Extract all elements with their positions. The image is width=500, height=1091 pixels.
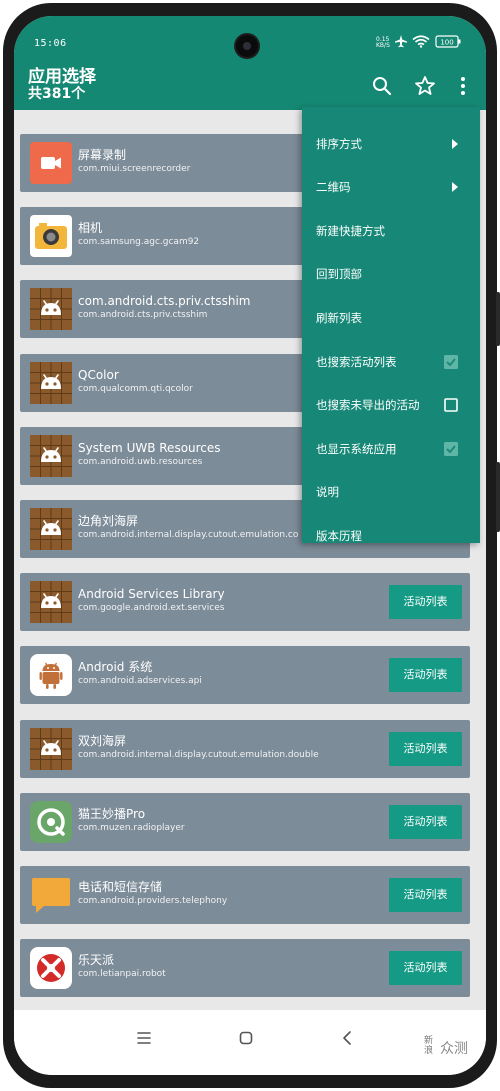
app-package: com.miui.screenrecorder xyxy=(78,164,191,174)
letianpai-icon xyxy=(30,947,72,989)
star-outline-icon[interactable] xyxy=(413,74,437,98)
menu-item-label: 回到顶部 xyxy=(316,267,362,281)
app-card[interactable]: 双刘海屏 com.android.internal.display.cutout.… xyxy=(20,720,470,778)
app-package: com.android.providers.telephony xyxy=(78,896,228,906)
watermark-zhongce: 众测 xyxy=(440,1041,468,1057)
menu-item-label: 二维码 xyxy=(316,180,351,194)
menu-item-label: 说明 xyxy=(316,485,339,499)
app-package: com.android.cts.priv.ctsshim xyxy=(78,310,208,320)
menu-item[interactable]: 也显示系统应用 xyxy=(302,428,480,470)
android-system-icon xyxy=(30,654,72,696)
app-name: System UWB Resources xyxy=(78,441,221,455)
menu-item[interactable]: 新建快捷方式 xyxy=(302,210,480,252)
activity-list-button[interactable]: 活动列表 xyxy=(389,732,462,766)
page-title: 应用选择 xyxy=(28,67,96,87)
app-card[interactable]: Android 系统 com.android.adservices.api 活动列表 xyxy=(20,646,470,704)
menu-item-label: 也显示系统应用 xyxy=(316,442,397,456)
android-default-icon xyxy=(30,581,72,623)
chevron-right-icon xyxy=(452,139,458,149)
app-bar: 15:06 0.15 KB/S 100 应用选择 共381个 xyxy=(14,16,486,110)
app-name: 电话和短信存储 xyxy=(78,880,163,894)
message-bubble-icon xyxy=(32,878,70,913)
phone-device: 15:06 0.15 KB/S 100 应用选择 共381个 屏幕录制 com.… xyxy=(0,0,500,1091)
power-button xyxy=(496,462,500,532)
app-card[interactable]: 电话和短信存储 com.android.providers.telephony 活动… xyxy=(20,866,470,924)
app-card[interactable]: 猫王妙播Pro com.muzen.radioplayer 活动列表 xyxy=(20,793,470,851)
app-name: 乐天派 xyxy=(78,953,115,967)
app-package: com.android.adservices.api xyxy=(78,676,202,686)
app-name: 双刘海屏 xyxy=(78,734,127,748)
radioplayer-icon xyxy=(30,801,72,843)
app-package: com.muzen.radioplayer xyxy=(78,823,185,833)
status-icons: 100 xyxy=(395,35,461,48)
activity-list-button[interactable]: 活动列表 xyxy=(389,951,462,985)
more-vert-icon[interactable] xyxy=(451,74,475,98)
activity-list-button[interactable]: 活动列表 xyxy=(389,878,462,912)
menu-item-label: 刷新列表 xyxy=(316,311,362,325)
checkbox-checked[interactable] xyxy=(444,355,458,369)
status-time: 15:06 xyxy=(34,38,67,49)
app-name: Android Services Library xyxy=(78,587,225,601)
menu-item-label: 也搜索未导出的活动 xyxy=(316,398,420,412)
app-package: com.android.uwb.resources xyxy=(78,457,203,467)
menu-item-label: 排序方式 xyxy=(316,137,362,151)
menu-item[interactable]: 刷新列表 xyxy=(302,297,480,339)
menu-item-label: 新建快捷方式 xyxy=(316,224,385,238)
volume-button xyxy=(496,292,500,346)
navigation-bar xyxy=(14,1010,486,1075)
checkbox-unchecked[interactable] xyxy=(444,398,458,412)
wifi-icon xyxy=(412,35,430,46)
app-card[interactable]: 乐天派 com.letianpai.robot 活动列表 xyxy=(20,939,470,997)
screen-recorder-icon xyxy=(30,142,72,184)
net-speed: 0.15 KB/S xyxy=(376,36,390,49)
app-package: com.letianpai.robot xyxy=(78,969,166,979)
menu-item[interactable]: 排序方式 xyxy=(302,123,480,165)
menu-item[interactable]: 二维码 xyxy=(302,166,480,208)
android-default-icon xyxy=(30,508,72,550)
watermark-sina: 新浪 xyxy=(424,1036,434,1056)
app-name: com.android.cts.priv.ctsshim xyxy=(78,294,251,308)
android-default-icon xyxy=(30,288,72,330)
airplane-icon xyxy=(395,35,407,48)
menu-item[interactable]: 也搜索活动列表 xyxy=(302,341,480,383)
app-name: 边角刘海屏 xyxy=(78,514,139,528)
android-default-icon xyxy=(30,362,72,404)
app-package: com.android.internal.display.cutout.emul… xyxy=(78,530,299,540)
front-camera xyxy=(236,35,258,57)
app-package: com.samsung.agc.gcam92 xyxy=(78,237,200,247)
menu-item[interactable]: 也搜索未导出的活动 xyxy=(302,384,480,426)
app-package: com.google.android.ext.services xyxy=(78,603,225,613)
search-icon[interactable] xyxy=(370,74,394,98)
screen: 15:06 0.15 KB/S 100 应用选择 共381个 屏幕录制 com.… xyxy=(14,16,486,1075)
overflow-menu: 排序方式二维码新建快捷方式 回到顶部刷新列表也搜索活动列表也搜索未导出的活动 也显示… xyxy=(302,107,480,543)
app-package: com.qualcomm.qti.qcolor xyxy=(78,384,193,394)
activity-list-button[interactable]: 活动列表 xyxy=(389,658,462,692)
app-name: Android 系统 xyxy=(78,660,153,674)
menu-nav-icon[interactable] xyxy=(136,1031,152,1045)
app-name: 相机 xyxy=(78,221,103,235)
android-default-icon xyxy=(30,435,72,477)
app-name: 屏幕录制 xyxy=(78,148,127,162)
battery-level: 100 xyxy=(440,39,453,47)
camera-app-icon xyxy=(30,215,72,257)
android-default-icon xyxy=(30,728,72,770)
menu-item[interactable]: 回到顶部 xyxy=(302,253,480,295)
app-card[interactable]: Android Services Library com.google.andro… xyxy=(20,573,470,631)
activity-list-button[interactable]: 活动列表 xyxy=(389,805,462,839)
activity-list-button[interactable]: 活动列表 xyxy=(389,585,462,619)
menu-item[interactable]: 版本历程 xyxy=(302,515,480,557)
menu-item[interactable]: 说明 xyxy=(302,471,480,513)
menu-item-label: 也搜索活动列表 xyxy=(316,355,397,369)
menu-item-label: 版本历程 xyxy=(316,529,362,543)
home-nav-icon[interactable] xyxy=(239,1031,253,1045)
checkbox-checked[interactable] xyxy=(444,442,458,456)
chevron-right-icon xyxy=(452,182,458,192)
app-count: 共381个 xyxy=(28,86,86,102)
back-nav-icon[interactable] xyxy=(341,1030,353,1046)
app-name: 猫王妙播Pro xyxy=(78,807,146,821)
app-name: QColor xyxy=(78,368,119,382)
app-package: com.android.internal.display.cutout.emul… xyxy=(78,750,319,760)
